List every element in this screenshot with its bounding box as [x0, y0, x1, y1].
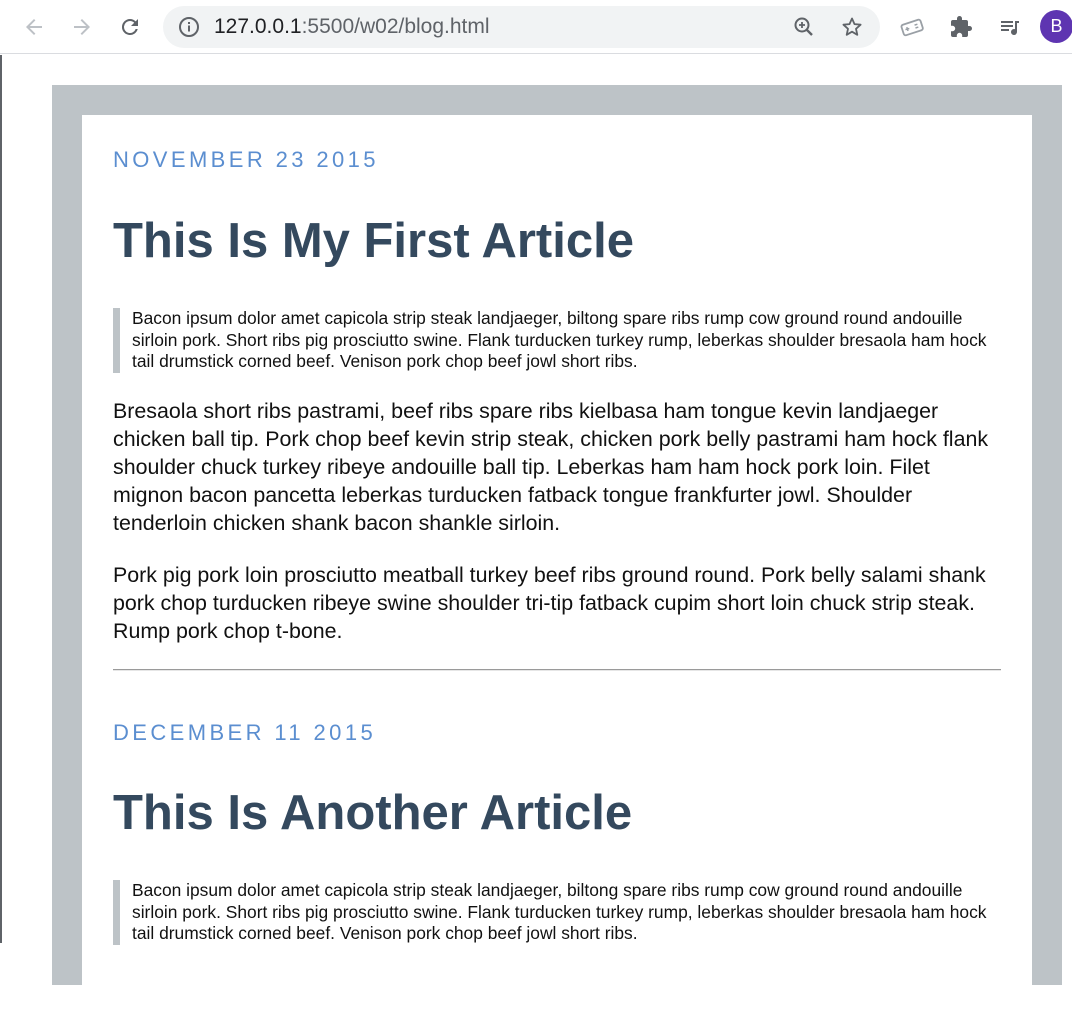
article-paragraph: Bresaola short ribs pastrami, beef ribs … — [113, 399, 989, 535]
browser-toolbar: 127.0.0.1:5500/w02/blog.html B — [0, 0, 1072, 54]
back-arrow-icon[interactable] — [16, 9, 52, 45]
media-queue-icon[interactable] — [992, 9, 1028, 45]
url-path: :5500/w02/blog.html — [301, 15, 490, 38]
window-edge — [0, 55, 2, 943]
article-date: NOVEMBER 23 2015 — [113, 147, 379, 172]
address-bar[interactable]: 127.0.0.1:5500/w02/blog.html — [163, 6, 880, 48]
content-sheet: NOVEMBER 23 2015 This Is My First Articl… — [82, 115, 1032, 1015]
article-divider — [113, 669, 1001, 671]
article-blockquote: Bacon ipsum dolor amet capicola strip st… — [113, 308, 1004, 374]
page-frame: NOVEMBER 23 2015 This Is My First Articl… — [52, 85, 1062, 1015]
star-icon[interactable] — [840, 15, 864, 39]
extensions-puzzle-icon[interactable] — [943, 9, 979, 45]
profile-avatar[interactable]: B — [1040, 10, 1072, 43]
zoom-icon[interactable] — [792, 15, 816, 39]
url-text[interactable]: 127.0.0.1:5500/w02/blog.html — [214, 6, 490, 48]
article-paragraph: Pork pig pork loin prosciutto meatball t… — [113, 563, 986, 643]
info-icon[interactable] — [177, 15, 201, 39]
article-blockquote: Bacon ipsum dolor amet capicola strip st… — [113, 880, 1004, 946]
tag-icon[interactable] — [894, 9, 930, 45]
article-title: This Is My First Article — [113, 214, 634, 268]
reload-icon[interactable] — [112, 9, 148, 45]
url-host: 127.0.0.1 — [214, 15, 302, 38]
article-date: DECEMBER 11 2015 — [113, 720, 377, 745]
forward-arrow-icon[interactable] — [64, 9, 100, 45]
article-title: This Is Another Article — [113, 786, 633, 840]
